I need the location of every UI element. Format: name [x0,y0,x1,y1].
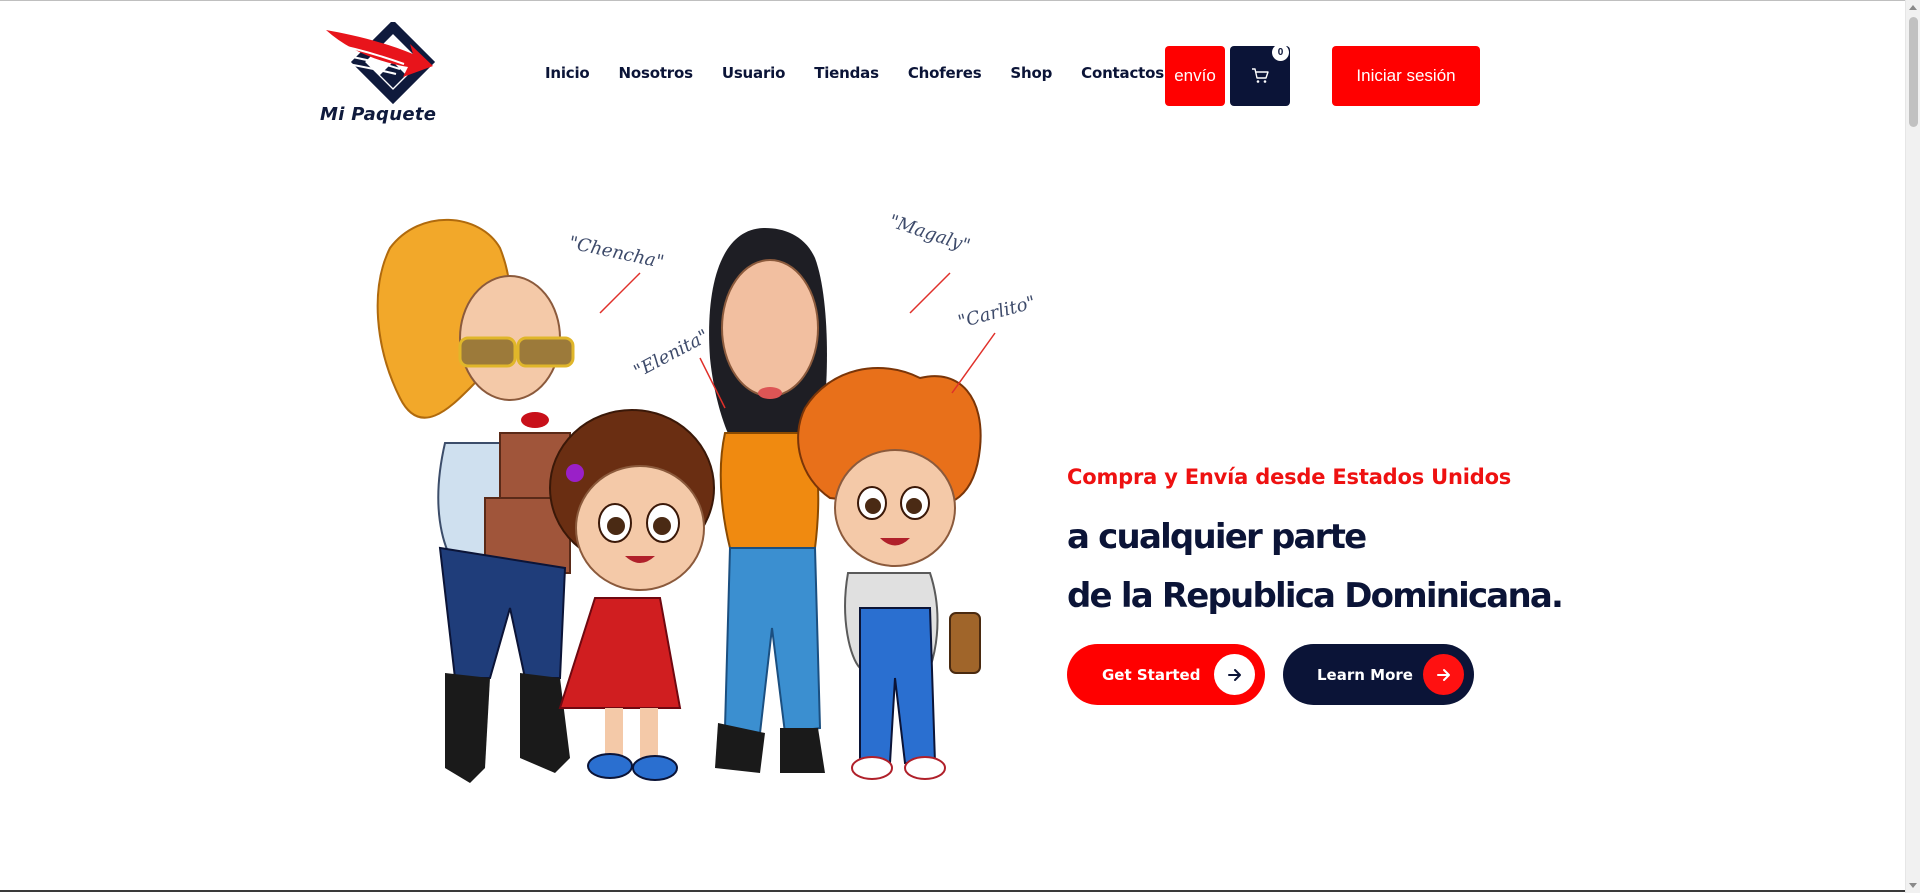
hero-subtitle: Compra y Envía desde Estados Unidos [1067,465,1512,489]
cart-icon [1252,68,1269,83]
logo-emblem-icon [326,19,436,105]
scroll-up-icon[interactable] [1909,5,1917,10]
scrollbar-thumb[interactable] [1909,17,1918,127]
scroll-down-icon[interactable] [1909,883,1917,888]
envio-button[interactable]: envío [1165,46,1225,106]
elenita-figure [549,409,715,781]
nav-item-shop[interactable]: Shop [1010,64,1052,82]
label-chencha: "Chencha" [567,232,666,273]
hero-illustration: "Chencha" "Magaly" "Carlito" "Elenita" [376,211,1038,783]
carlito-figure [797,367,982,780]
chencha-figure [376,218,575,783]
main-nav: Inicio Nosotros Usuario Tiendas Choferes… [545,64,1193,82]
arrow-chencha-icon [599,272,641,314]
bottom-border [0,890,1905,892]
nav-item-nosotros[interactable]: Nosotros [619,64,693,82]
learn-more-button[interactable]: Learn More [1283,644,1474,705]
get-started-label: Get Started [1102,665,1201,684]
nav-item-contactos[interactable]: Contactos [1081,64,1164,82]
arrow-magaly-icon [909,272,951,314]
hero-title-line2: de la Republica Dominicana. [1067,576,1564,616]
nav-item-inicio[interactable]: Inicio [545,64,590,82]
magaly-figure [709,228,827,773]
login-button[interactable]: Iniciar sesión [1332,46,1480,106]
cart-count-badge: 0 [1272,44,1289,61]
arrow-right-icon [1214,654,1255,695]
nav-item-usuario[interactable]: Usuario [722,64,786,82]
hero-title: a cualquier parte de la Republica Domini… [1067,508,1564,626]
logo-text: Mi Paquete [320,104,437,125]
top-border [0,0,1920,1]
label-carlito: "Carlito" [956,292,1038,333]
arrow-right-icon [1423,654,1464,695]
arrow-carlito-icon [951,332,996,394]
nav-item-choferes[interactable]: Choferes [908,64,982,82]
vertical-scrollbar[interactable] [1905,0,1920,893]
nav-item-tiendas[interactable]: Tiendas [814,64,879,82]
label-elenita: "Elenita" [630,326,712,383]
get-started-button[interactable]: Get Started [1067,644,1265,705]
learn-more-label: Learn More [1317,665,1413,684]
hero-title-line1: a cualquier parte [1067,517,1367,557]
site-logo[interactable]: Mi Paquete [318,19,458,130]
label-magaly: "Magaly" [886,211,972,257]
